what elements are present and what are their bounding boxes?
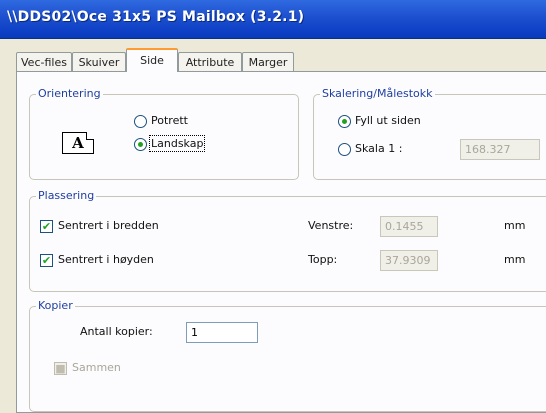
collate-label[interactable]: Sammen <box>72 361 121 374</box>
tab-panel-side: Orientering A Potrett Landskap Skalering… <box>16 71 546 413</box>
scale-label[interactable]: Skala 1 : <box>355 142 402 155</box>
page-orientation-letter: A <box>72 134 84 152</box>
copies-count-input[interactable]: 1 <box>186 322 258 343</box>
tab-attribute[interactable]: Attribute <box>178 52 242 71</box>
top-offset-label: Topp: <box>308 253 338 266</box>
title-bar[interactable]: \\DDS02\Oce 31x5 PS Mailbox (3.2.1) <box>0 0 546 39</box>
scaling-legend: Skalering/Målestokk <box>320 87 435 100</box>
left-offset-input[interactable]: 0.1455 <box>380 216 438 237</box>
left-offset-unit: mm <box>504 219 526 232</box>
window-title: \\DDS02\Oce 31x5 PS Mailbox (3.2.1) <box>7 9 305 25</box>
tab-vec-files[interactable]: Vec-files <box>16 52 72 71</box>
placement-group: Plassering ✔ Sentrert i bredden ✔ Sentre… <box>29 189 546 292</box>
scale-radio[interactable] <box>338 143 351 156</box>
collate-checkbox[interactable]: ■ <box>54 362 67 375</box>
copies-count-label: Antall kopier: <box>80 325 153 338</box>
center-width-checkbox[interactable]: ✔ <box>40 220 53 233</box>
scale-input[interactable]: 168.327 <box>460 139 540 160</box>
portrait-label[interactable]: Potrett <box>151 114 188 127</box>
landscape-radio[interactable] <box>134 138 147 151</box>
left-offset-label: Venstre: <box>308 219 354 232</box>
top-offset-input[interactable]: 37.9309 <box>380 250 438 271</box>
center-height-checkbox[interactable]: ✔ <box>40 254 53 267</box>
tab-side[interactable]: Side <box>126 48 178 72</box>
top-offset-unit: mm <box>504 253 526 266</box>
fit-page-radio[interactable] <box>338 115 351 128</box>
portrait-radio[interactable] <box>134 115 147 128</box>
copies-legend: Kopier <box>36 299 75 312</box>
center-width-label[interactable]: Sentrert i bredden <box>58 219 159 232</box>
page-orientation-icon: A <box>62 132 94 154</box>
fit-page-label[interactable]: Fyll ut siden <box>355 114 421 127</box>
placement-legend: Plassering <box>36 189 97 202</box>
tab-marger[interactable]: Marger <box>242 52 294 71</box>
orientation-group: Orientering A Potrett Landskap <box>29 87 299 180</box>
landscape-label[interactable]: Landskap <box>148 135 206 152</box>
scaling-group: Skalering/Målestokk Fyll ut siden Skala … <box>313 87 546 180</box>
copies-group: Kopier Antall kopier: 1 ■ Sammen <box>29 299 546 412</box>
tab-skuiver[interactable]: Skuiver <box>72 52 126 71</box>
orientation-legend: Orientering <box>36 87 103 100</box>
center-height-label[interactable]: Sentrert i høyden <box>58 253 154 266</box>
